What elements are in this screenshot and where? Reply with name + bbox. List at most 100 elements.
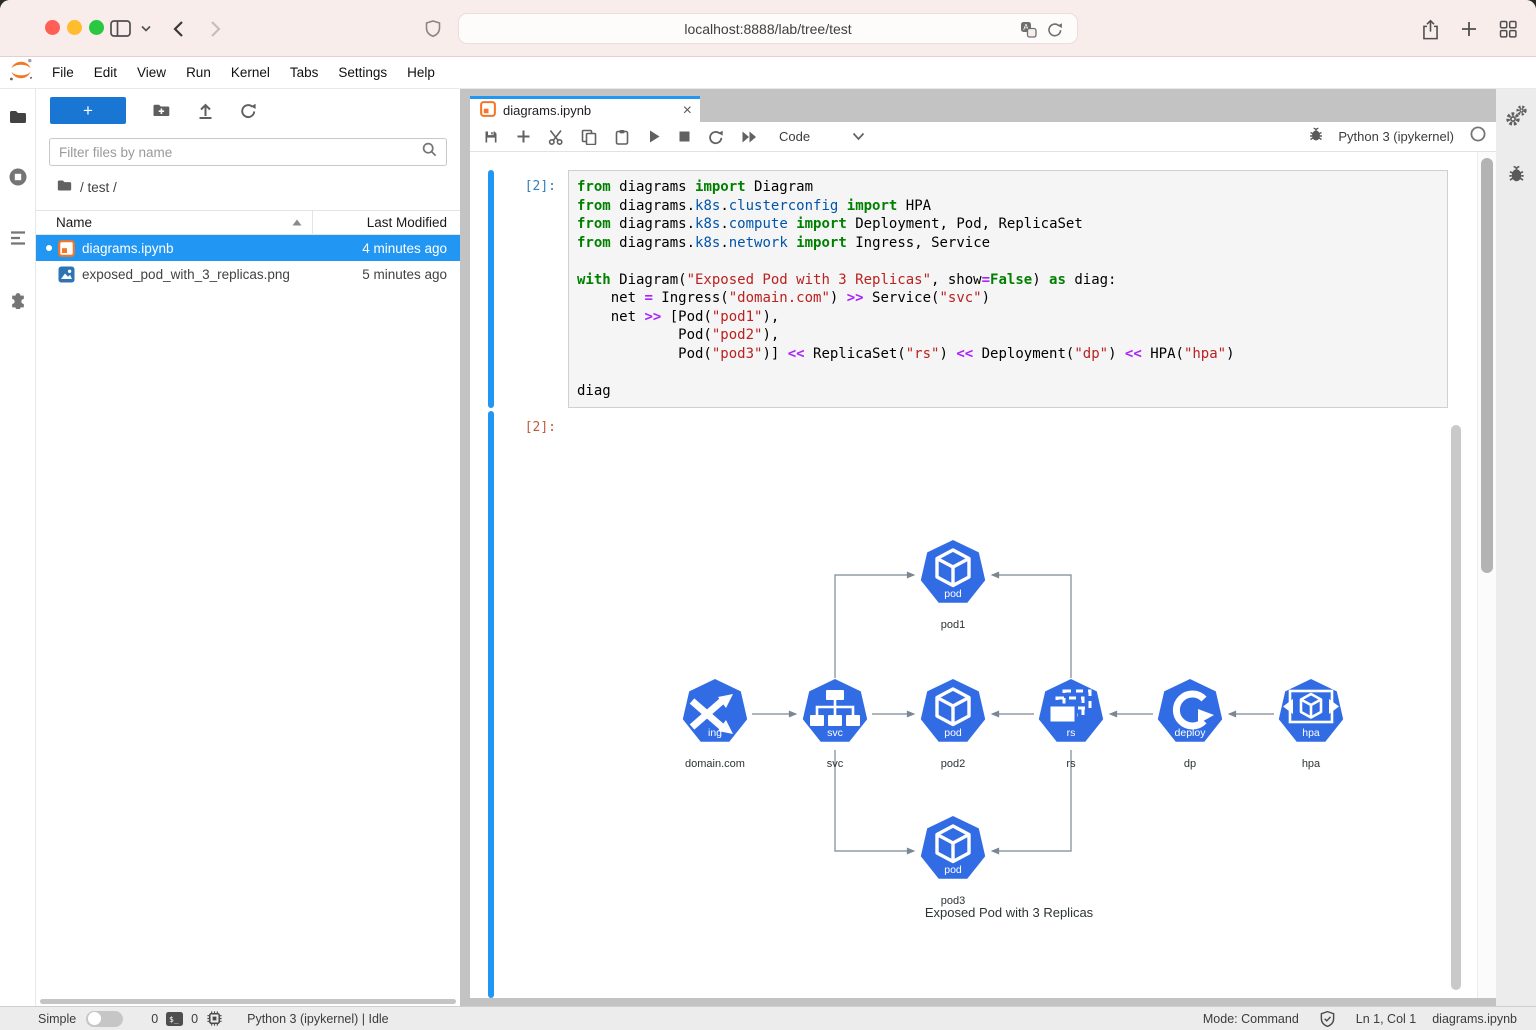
status-bar: Simple 0 $_ 0 Python 3 (ipykernel) | Idl… [0, 1006, 1536, 1030]
pod-icon: pod [916, 678, 990, 750]
menu-settings[interactable]: Settings [328, 65, 397, 80]
menu-help[interactable]: Help [397, 65, 445, 80]
new-tab-icon[interactable] [1460, 0, 1478, 57]
share-icon[interactable] [1420, 0, 1441, 57]
filter-files-box [49, 138, 447, 166]
sort-ascending-icon [292, 219, 302, 226]
notebook-scrollbar-thumb[interactable] [1481, 158, 1493, 573]
svg-text:rs: rs [1067, 727, 1076, 739]
copy-cells-icon[interactable] [581, 129, 597, 145]
safari-window: localhost:8888/lab/tree/test A [0, 0, 1536, 1030]
zoom-window-button[interactable] [89, 20, 104, 35]
property-inspector-tab-icon[interactable] [1505, 105, 1527, 132]
interrupt-kernel-icon[interactable] [678, 130, 691, 143]
node-label: svc [798, 758, 872, 770]
minimize-window-button[interactable] [67, 20, 82, 35]
search-icon [422, 142, 437, 162]
cell-type-select[interactable]: Code [779, 129, 810, 144]
file-name: exposed_pod_with_3_replicas.png [82, 267, 290, 282]
notebook-tab[interactable]: diagrams.ipynb × [470, 96, 700, 122]
file-name: diagrams.ipynb [82, 241, 174, 256]
menu-edit[interactable]: Edit [84, 65, 127, 80]
run-cell-icon[interactable] [647, 129, 661, 144]
restart-run-all-icon[interactable] [741, 130, 758, 144]
sidebar-toggle-icon[interactable] [110, 0, 131, 57]
cell-type-chevron-icon[interactable] [852, 132, 865, 141]
code-line: from diagrams.k8s.network import Ingress… [577, 234, 1439, 253]
trust-shield-icon[interactable] [1319, 1010, 1336, 1028]
close-tab-icon[interactable]: × [683, 103, 692, 119]
name-column-header[interactable]: Name [36, 211, 313, 234]
jupyter-logo [8, 58, 34, 87]
file-browser-horizontal-scrollbar[interactable] [40, 999, 456, 1004]
sidebar-chevron-icon[interactable] [141, 0, 151, 57]
home-folder-icon[interactable] [56, 178, 73, 196]
restart-kernel-icon[interactable] [708, 129, 724, 145]
svg-text:pod: pod [944, 588, 962, 600]
url-text: localhost:8888/lab/tree/test [684, 21, 851, 37]
node-label: domain.com [678, 758, 752, 770]
code-line: from diagrams.k8s.compute import Deploym… [577, 215, 1439, 234]
new-folder-icon[interactable] [152, 102, 171, 119]
debugger-icon[interactable] [1308, 126, 1324, 147]
notebook-content: [2]: from diagrams import Diagramfrom di… [470, 152, 1496, 998]
browser-toolbar: localhost:8888/lab/tree/test A [0, 0, 1536, 57]
file-browser-panel: + / test / [36, 89, 460, 1006]
svc-icon: svc [798, 678, 872, 750]
file-list-header: Name Last Modified [36, 210, 460, 235]
code-cell[interactable]: [2]: from diagrams import Diagramfrom di… [488, 170, 1448, 408]
table-of-contents-tab-icon[interactable] [8, 228, 28, 253]
kernels-count[interactable]: 0 [191, 1012, 198, 1026]
cut-cells-icon[interactable] [548, 129, 564, 145]
insert-cell-icon[interactable] [516, 129, 531, 144]
running-kernels-tab-icon[interactable] [8, 167, 28, 192]
menu-run[interactable]: Run [176, 65, 221, 80]
dock-tab-bar: diagrams.ipynb × [470, 96, 1496, 122]
statusbar-filename[interactable]: diagrams.ipynb [1432, 1012, 1517, 1026]
output-cell[interactable]: [2]: podpod1ingdomain.comsvcsvcpodpod2rs… [488, 411, 1462, 998]
kernel-name[interactable]: Python 3 (ipykernel) [1338, 129, 1454, 144]
terminal-icon: $_ [166, 1012, 183, 1026]
node-label: rs [1034, 758, 1108, 770]
cursor-position[interactable]: Ln 1, Col 1 [1356, 1012, 1416, 1026]
kernel-status-text[interactable]: Python 3 (ipykernel) | Idle [247, 1012, 389, 1026]
code-line: net = Ingress("domain.com") >> Service("… [577, 289, 1439, 308]
code-editor[interactable]: from diagrams import Diagramfrom diagram… [568, 170, 1448, 408]
menu-file[interactable]: File [42, 65, 84, 80]
privacy-shield-icon[interactable] [425, 0, 441, 57]
close-window-button[interactable] [45, 20, 60, 35]
simple-mode-toggle[interactable] [86, 1011, 123, 1027]
file-row-image[interactable]: exposed_pod_with_3_replicas.png5 minutes… [36, 261, 460, 287]
file-row-notebook[interactable]: diagrams.ipynb4 minutes ago [36, 235, 460, 261]
paste-cells-icon[interactable] [614, 129, 630, 145]
k8s-node-ingress: ingdomain.com [678, 678, 752, 770]
notebook-scrollbar-track[interactable] [1477, 152, 1496, 998]
extensions-tab-icon[interactable] [8, 289, 28, 314]
save-icon[interactable] [483, 129, 499, 145]
svg-text:hpa: hpa [1302, 727, 1320, 739]
filter-files-input[interactable] [59, 145, 422, 160]
translate-icon[interactable]: A [1020, 21, 1037, 41]
new-launcher-button[interactable]: + [50, 97, 126, 124]
breadcrumb[interactable]: / test / [56, 178, 460, 196]
menu-kernel[interactable]: Kernel [221, 65, 280, 80]
reload-icon[interactable] [1047, 21, 1063, 41]
menu-tabs[interactable]: Tabs [280, 65, 329, 80]
file-browser-tab-icon[interactable] [8, 108, 28, 131]
modified-column-header[interactable]: Last Modified [313, 215, 460, 230]
menu-view[interactable]: View [127, 65, 176, 80]
address-bar[interactable]: localhost:8888/lab/tree/test A [458, 13, 1078, 44]
tab-overview-icon[interactable] [1498, 0, 1518, 57]
upload-icon[interactable] [197, 102, 214, 119]
file-list: diagrams.ipynb4 minutes agoexposed_pod_w… [36, 235, 460, 287]
debugger-tab-icon[interactable] [1507, 164, 1526, 188]
svg-text:svc: svc [827, 727, 843, 739]
terminals-count[interactable]: 0 [151, 1012, 158, 1026]
back-button[interactable] [172, 0, 184, 57]
output-scrollbar[interactable] [1451, 425, 1461, 990]
refresh-icon[interactable] [240, 102, 257, 119]
forward-button[interactable] [210, 0, 222, 57]
k8s-node-service: svc svc [798, 678, 872, 770]
kernel-status-icon[interactable] [1470, 126, 1486, 147]
notebook-mode[interactable]: Mode: Command [1203, 1012, 1299, 1026]
